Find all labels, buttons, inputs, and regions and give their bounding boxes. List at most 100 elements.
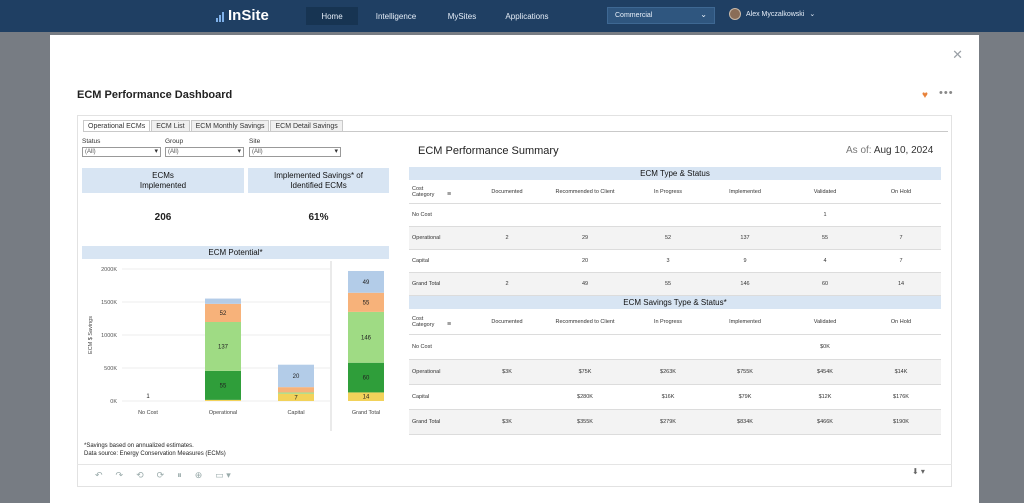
site-filter-select[interactable]: (All) <box>249 147 341 157</box>
tab-ecm-detail-savings[interactable]: ECM Detail Savings <box>270 120 343 131</box>
y-tick-label: 1500K <box>101 300 117 306</box>
table-cell: $14K <box>894 368 908 375</box>
footnote: *Savings based on annualized estimates. … <box>84 442 334 458</box>
column-header[interactable]: Documented <box>479 311 535 334</box>
tab-operational-ecms[interactable]: Operational ECMs <box>83 120 151 131</box>
table-row: Operational 2 29 52 137 55 7 <box>409 226 941 249</box>
table-row: No Cost 1 <box>409 203 941 226</box>
sort-icon[interactable]: ≡ <box>447 321 451 328</box>
table-cell: $3K <box>502 418 512 425</box>
bar-data-label: 60 <box>363 376 370 382</box>
bar-data-label: 55 <box>220 383 227 389</box>
bar-segment <box>205 298 241 304</box>
ecm-type-status-table: Cost Category ≡ Documented Recommended to C… <box>409 181 941 296</box>
top-navigation-bar: InSite Home Intelligence MySites Applica… <box>0 0 1024 32</box>
column-header-label: Implemented <box>729 319 761 326</box>
table-cell <box>479 384 535 409</box>
bar-data-label: 1 <box>146 394 150 400</box>
x-tick-label: Capital <box>287 410 304 416</box>
table-cell: $190K <box>893 418 909 425</box>
x-tick-label: Operational <box>209 410 237 416</box>
column-header-label: Cost Category <box>412 316 435 329</box>
close-icon[interactable]: ✕ <box>952 47 963 63</box>
user-name: Alex Myczalkowski <box>746 10 805 18</box>
column-header[interactable]: Implemented <box>701 311 789 334</box>
table-cell: $12K <box>818 393 832 400</box>
table-cell <box>701 203 789 226</box>
table-cell: Capital <box>412 257 430 264</box>
column-header[interactable]: In Progress <box>635 311 701 334</box>
table-cell <box>535 334 635 359</box>
column-header[interactable]: Implemented <box>701 181 789 203</box>
column-header[interactable]: Cost Category ≡ <box>409 311 479 334</box>
column-header[interactable]: In Progress <box>635 181 701 203</box>
refresh-icon[interactable]: ⟳ <box>157 470 165 481</box>
region-select[interactable]: Commercial ⌄ <box>607 7 715 24</box>
kpi-ecms-implemented-label: ECMs Implemented <box>139 170 187 190</box>
tab-ecm-monthly-savings[interactable]: ECM Monthly Savings <box>190 120 270 131</box>
download-icon[interactable]: ⬇ ▾ <box>912 467 925 476</box>
table-cell: $280K <box>577 393 593 400</box>
column-header[interactable]: Documented <box>479 181 535 203</box>
page-title: ECM Performance Dashboard <box>77 89 233 101</box>
kpi-implemented-savings-value: 61% <box>308 212 329 223</box>
table-cell: $834K <box>737 418 753 425</box>
insite-logo[interactable]: InSite <box>216 7 269 24</box>
nav-mysites[interactable]: MySites <box>440 7 484 25</box>
table-cell <box>635 334 701 359</box>
more-options-icon[interactable]: ••• <box>939 87 954 99</box>
column-header[interactable]: Recommended to Client <box>535 181 635 203</box>
tab-ecm-list[interactable]: ECM List <box>151 120 190 131</box>
summary-title: ECM Performance Summary <box>418 145 559 157</box>
table-row: Grand Total $3K $355K $279K $834K $466K $190K <box>409 409 941 434</box>
table-cell: 55 <box>664 280 672 287</box>
sort-icon[interactable]: ≡ <box>447 191 451 198</box>
column-header[interactable]: Validated <box>789 311 861 334</box>
table-cell: 20 <box>581 257 589 264</box>
undo-icon[interactable]: ↶ <box>95 470 103 481</box>
table-cell: 29 <box>581 234 589 241</box>
column-header[interactable]: Recommended to Client <box>535 311 635 334</box>
column-header[interactable]: On Hold <box>861 311 941 334</box>
bar-data-label: 49 <box>363 280 370 286</box>
group-filter-select[interactable]: (All) <box>165 147 244 157</box>
table-row: Operational $3K $75K $263K $755K $454K $14K <box>409 359 941 384</box>
table-cell: $0K <box>820 343 830 350</box>
column-header-label: Implemented <box>729 188 761 195</box>
table-cell: $79K <box>738 393 752 400</box>
column-header-label: Recommended to Client <box>555 319 615 326</box>
x-tick-label: No Cost <box>138 410 158 416</box>
user-menu[interactable]: Alex Myczalkowski ⌄ <box>729 8 815 20</box>
column-header[interactable]: Cost Category ≡ <box>409 181 479 203</box>
table-cell: $454K <box>817 368 833 375</box>
table-cell: 14 <box>897 280 905 287</box>
alerts-icon[interactable]: ⊕ <box>195 470 203 481</box>
pause-icon[interactable]: ⏸ <box>177 470 182 481</box>
table-row: No Cost $0K <box>409 334 941 359</box>
ecm-savings-status-table: Cost Category ≡ Documented Recommended to C… <box>409 311 941 435</box>
y-tick-label: 1000K <box>101 333 117 339</box>
table-cell <box>479 203 535 226</box>
revert-icon[interactable]: ⟲ <box>136 470 144 481</box>
table-row: Grand Total 2 49 55 146 60 14 <box>409 272 941 295</box>
column-header-label: Recommended to Client <box>555 188 615 195</box>
nav-intelligence[interactable]: Intelligence <box>368 7 424 25</box>
metrics-icon[interactable]: ▭ ▾ <box>215 470 231 481</box>
dashboard-tabs: Operational ECMs ECM List ECM Monthly Sa… <box>83 120 344 131</box>
heart-icon[interactable]: ♥ <box>922 90 928 101</box>
table-cell: 49 <box>581 280 589 287</box>
table-cell: 4 <box>823 257 827 264</box>
kpi-implemented-savings-label: Implemented Savings* of Identified ECMs <box>274 170 363 190</box>
table-cell: Operational <box>412 368 441 375</box>
column-header[interactable]: Validated <box>789 181 861 203</box>
ecm-type-status-header: ECM Type & Status <box>409 167 941 180</box>
nav-home[interactable]: Home <box>306 7 358 25</box>
status-filter-select[interactable]: (All) <box>82 147 161 157</box>
redo-icon[interactable]: ↷ <box>116 470 124 481</box>
bar-data-label: 20 <box>293 374 300 380</box>
column-header[interactable]: On Hold <box>861 181 941 203</box>
status-filter-label: Status <box>82 138 101 145</box>
nav-applications[interactable]: Applications <box>500 7 554 25</box>
table-cell: 137 <box>740 234 750 241</box>
bar-data-label: 52 <box>220 311 227 317</box>
